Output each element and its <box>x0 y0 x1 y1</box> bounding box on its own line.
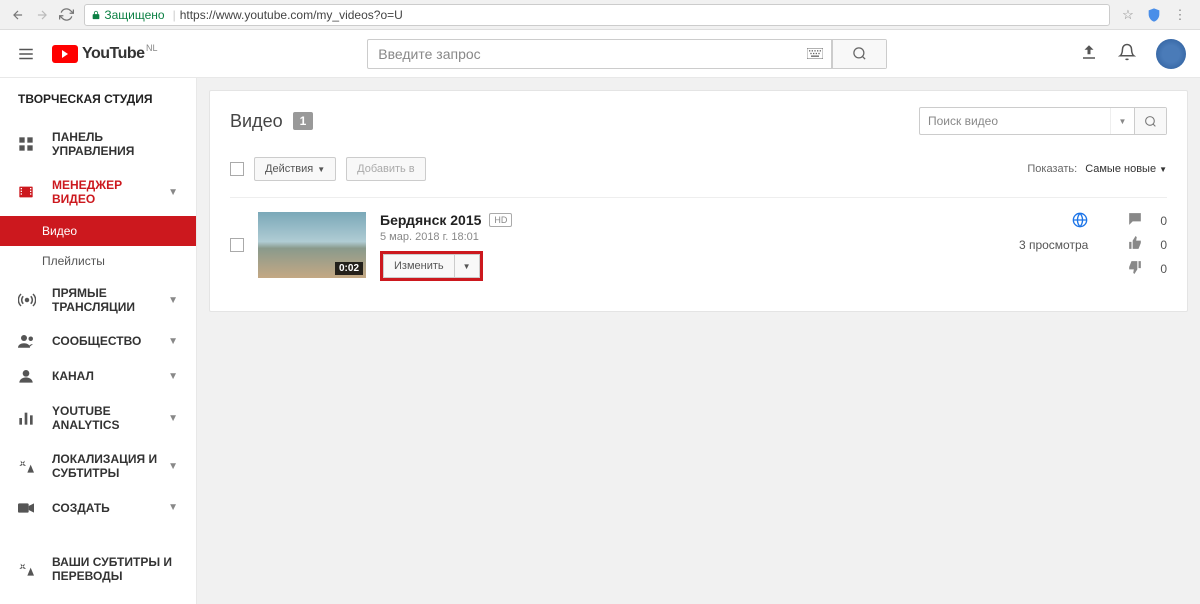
edit-button[interactable]: Изменить <box>383 254 455 278</box>
sidebar-item-label: ПРЯМЫЕ ТРАНСЛЯЦИИ <box>52 286 168 314</box>
sidebar-item-label: СОЗДАТЬ <box>52 501 168 515</box>
main: Видео 1 Поиск видео ▼ Действия▼ Добавить… <box>197 78 1200 604</box>
logo-suffix: NL <box>146 43 158 53</box>
chevron-down-icon: ▼ <box>168 461 178 472</box>
thumb-up-icon <box>1128 236 1144 253</box>
video-title[interactable]: Бердянск 2015 <box>380 212 481 228</box>
forward-button[interactable] <box>32 5 52 25</box>
header: YouTube NL Введите запрос <box>0 30 1200 78</box>
person-icon <box>18 368 40 384</box>
logo-play-icon <box>52 45 78 63</box>
thumb-down-icon <box>1128 260 1144 277</box>
reload-button[interactable] <box>56 5 76 25</box>
sidebar-item-video-manager[interactable]: МЕНЕДЖЕР ВИДЕО ▼ <box>0 168 196 216</box>
sidebar-item-localization[interactable]: ЛОКАЛИЗАЦИЯ И СУБТИТРЫ ▼ <box>0 442 196 491</box>
sidebar-title: ТВОРЧЕСКАЯ СТУДИЯ <box>0 92 196 120</box>
sidebar-sub-videos[interactable]: Видео <box>0 216 196 246</box>
shield-icon[interactable] <box>1142 3 1166 27</box>
search-box: Введите запрос <box>367 39 887 69</box>
analytics-icon <box>18 410 40 426</box>
sidebar-item-label: YOUTUBE ANALYTICS <box>52 404 168 432</box>
count-badge: 1 <box>293 112 314 130</box>
url-text: https://www.youtube.com/my_videos?o=U <box>180 8 403 22</box>
chevron-down-icon: ▼ <box>168 502 178 513</box>
search-input[interactable]: Введите запрос <box>368 40 798 68</box>
logo-text: YouTube <box>82 45 145 63</box>
secure-label: Защищено <box>104 8 164 22</box>
video-checkbox[interactable] <box>230 238 244 252</box>
keyboard-icon[interactable] <box>798 40 832 68</box>
add-to-button[interactable]: Добавить в <box>346 157 426 181</box>
broadcast-icon <box>18 291 40 309</box>
browser-bar: Защищено | https://www.youtube.com/my_vi… <box>0 0 1200 30</box>
chevron-down-icon: ▼ <box>168 413 178 424</box>
chevron-down-icon: ▼ <box>168 371 178 382</box>
hd-badge: HD <box>489 213 512 227</box>
url-bar[interactable]: Защищено | https://www.youtube.com/my_vi… <box>84 4 1110 26</box>
actions-button[interactable]: Действия▼ <box>254 157 336 181</box>
comment-icon <box>1128 212 1144 229</box>
dislikes-count: 0 <box>1160 262 1167 276</box>
chevron-down-icon: ▼ <box>168 295 178 306</box>
video-search-button[interactable] <box>1134 108 1166 134</box>
lock-icon: Защищено <box>91 8 165 22</box>
sidebar-item-channel[interactable]: КАНАЛ ▼ <box>0 358 196 394</box>
edit-button-highlight: Изменить ▼ <box>380 251 483 281</box>
video-thumbnail[interactable]: 0:02 <box>258 212 366 278</box>
bell-icon[interactable] <box>1118 43 1136 64</box>
comments-count: 0 <box>1160 214 1167 228</box>
page-title: Видео 1 <box>230 111 313 132</box>
sidebar-item-label: ПАНЕЛЬ УПРАВЛЕНИЯ <box>52 130 178 158</box>
sidebar-item-label: КАНАЛ <box>52 369 168 383</box>
card: Видео 1 Поиск видео ▼ Действия▼ Добавить… <box>209 90 1188 312</box>
sidebar-item-your-subtitles[interactable]: ВАШИ СУБТИТРЫ И ПЕРЕВОДЫ <box>0 545 196 594</box>
edit-dropdown[interactable]: ▼ <box>455 254 480 278</box>
video-date: 5 мар. 2018 г. 18:01 <box>380 231 1019 243</box>
chevron-down-icon: ▼ <box>168 336 178 347</box>
menu-icon[interactable] <box>14 42 38 66</box>
sort-dropdown[interactable]: Самые новые▼ <box>1085 163 1167 175</box>
menu-dots-icon[interactable]: ⋮ <box>1168 3 1192 27</box>
search-dropdown[interactable]: ▼ <box>1110 108 1134 134</box>
select-all-checkbox[interactable] <box>230 162 244 176</box>
duration-badge: 0:02 <box>335 262 363 275</box>
views-text: 3 просмотра <box>1019 238 1088 252</box>
sidebar-item-label: ВАШИ СУБТИТРЫ И ПЕРЕВОДЫ <box>52 555 178 584</box>
sidebar: ТВОРЧЕСКАЯ СТУДИЯ ПАНЕЛЬ УПРАВЛЕНИЯ МЕНЕ… <box>0 78 197 604</box>
star-icon[interactable]: ☆ <box>1116 3 1140 27</box>
title-text: Видео <box>230 111 283 132</box>
upload-icon[interactable] <box>1080 43 1098 64</box>
toolbar: Действия▼ Добавить в Показать: Самые нов… <box>230 153 1167 198</box>
chevron-down-icon: ▼ <box>168 187 178 198</box>
sidebar-item-community[interactable]: СООБЩЕСТВО ▼ <box>0 324 196 358</box>
video-row: 0:02 Бердянск 2015 HD 5 мар. 2018 г. 18:… <box>230 198 1167 295</box>
translate-icon <box>18 458 40 474</box>
search-button[interactable] <box>832 40 886 68</box>
subtitle-icon <box>18 561 40 577</box>
globe-icon <box>1019 212 1088 232</box>
avatar[interactable] <box>1156 39 1186 69</box>
video-search-input[interactable]: Поиск видео <box>920 108 1110 134</box>
show-label: Показать: <box>1027 163 1077 175</box>
dashboard-icon <box>18 136 40 152</box>
sidebar-item-live[interactable]: ПРЯМЫЕ ТРАНСЛЯЦИИ ▼ <box>0 276 196 324</box>
sidebar-sub-playlists[interactable]: Плейлисты <box>0 246 196 276</box>
video-search: Поиск видео ▼ <box>919 107 1167 135</box>
sidebar-item-label: ЛОКАЛИЗАЦИЯ И СУБТИТРЫ <box>52 452 168 481</box>
sidebar-item-label: МЕНЕДЖЕР ВИДЕО <box>52 178 168 206</box>
camera-icon <box>18 501 40 515</box>
logo[interactable]: YouTube NL <box>52 45 145 63</box>
sidebar-item-analytics[interactable]: YOUTUBE ANALYTICS ▼ <box>0 394 196 442</box>
people-icon <box>18 334 40 348</box>
film-icon <box>18 184 40 200</box>
sidebar-item-label: СООБЩЕСТВО <box>52 334 168 348</box>
sidebar-item-dashboard[interactable]: ПАНЕЛЬ УПРАВЛЕНИЯ <box>0 120 196 168</box>
back-button[interactable] <box>8 5 28 25</box>
likes-count: 0 <box>1160 238 1167 252</box>
sidebar-item-create[interactable]: СОЗДАТЬ ▼ <box>0 491 196 525</box>
